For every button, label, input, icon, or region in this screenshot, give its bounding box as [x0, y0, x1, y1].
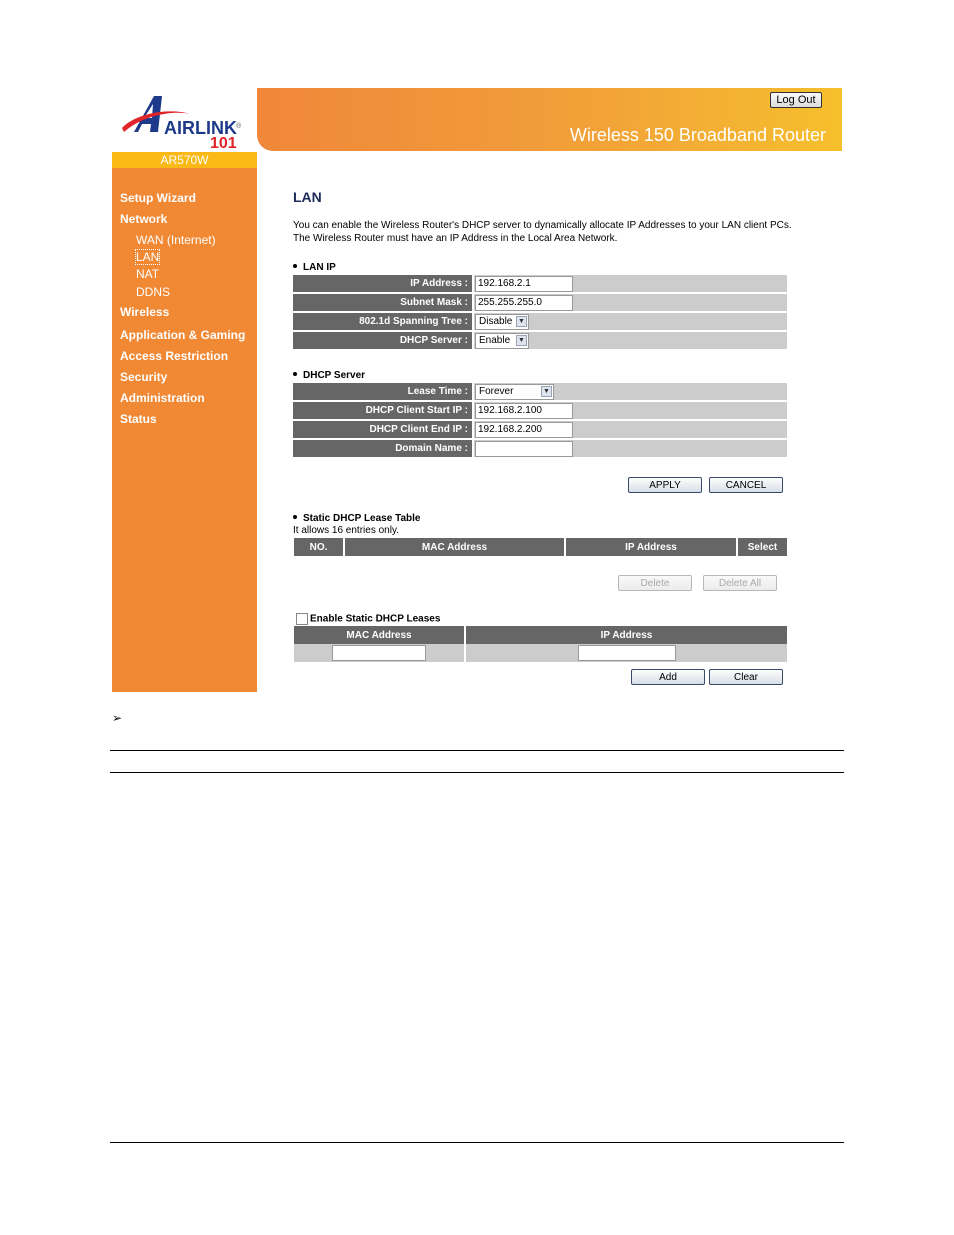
lease-time-label: Lease Time : — [293, 383, 474, 400]
bullet-icon — [293, 372, 297, 377]
sidebar-item-security[interactable]: Security — [120, 370, 167, 384]
sidebar-item-status[interactable]: Status — [120, 412, 157, 426]
static-add-table: MAC Address IP Address — [294, 626, 787, 662]
static-mac-input[interactable] — [332, 645, 426, 661]
end-ip-input[interactable] — [475, 421, 573, 438]
lease-time-select[interactable]: Forever ▼ — [475, 383, 554, 400]
spanning-tree-row: 802.1d Spanning Tree : Disable ▼ — [293, 313, 787, 330]
description-line-2: The Wireless Router must have an IP Addr… — [293, 233, 618, 244]
static-ip-input[interactable] — [577, 645, 676, 661]
dhcp-server-row: DHCP Server : Enable ▼ — [293, 332, 787, 349]
add-button[interactable]: Add — [631, 669, 705, 685]
svg-text:®: ® — [236, 122, 242, 130]
sidebar-item-network[interactable]: Network — [120, 212, 167, 226]
header-banner: Log Out Wireless 150 Broadband Router — [257, 88, 842, 151]
dhcp-server-table: Lease Time : Forever ▼ DHCP Client Start … — [293, 381, 787, 459]
lan-ip-heading: LAN IP — [293, 262, 336, 273]
sidebar-item-ddns[interactable]: DDNS — [136, 285, 170, 299]
lease-time-row: Lease Time : Forever ▼ — [293, 383, 787, 400]
cancel-button[interactable]: CANCEL — [709, 477, 783, 493]
start-ip-input[interactable] — [475, 402, 573, 419]
dhcp-server-heading: DHCP Server — [293, 370, 365, 381]
static-add-header: MAC Address IP Address — [294, 626, 787, 644]
dhcp-server-label: DHCP Server : — [293, 332, 474, 349]
end-ip-row: DHCP Client End IP : — [293, 421, 787, 438]
static-add-row — [294, 644, 787, 662]
delete-all-button[interactable]: Delete All — [703, 575, 777, 591]
sidebar-item-access-restriction[interactable]: Access Restriction — [120, 349, 228, 363]
svg-text:101: 101 — [210, 135, 237, 152]
domain-name-label: Domain Name : — [293, 440, 474, 457]
divider-line — [110, 750, 844, 751]
sidebar-nav: Setup Wizard Network WAN (Internet) LAN … — [112, 168, 257, 692]
bullet-icon — [293, 264, 297, 269]
domain-name-row: Domain Name : — [293, 440, 787, 457]
sidebar-item-setup-wizard[interactable]: Setup Wizard — [120, 191, 196, 205]
ip-address-label: IP Address : — [293, 275, 474, 292]
subnet-mask-row: Subnet Mask : — [293, 294, 787, 311]
sidebar-item-nat[interactable]: NAT — [136, 267, 159, 281]
column-ip-address: IP Address — [565, 538, 738, 556]
static-table-note: It allows 16 entries only. — [293, 525, 399, 536]
column-mac-address: MAC Address — [294, 626, 466, 644]
sidebar-item-administration[interactable]: Administration — [120, 391, 205, 405]
column-no: NO. — [294, 538, 345, 556]
ip-address-input[interactable] — [475, 275, 573, 292]
logout-button[interactable]: Log Out — [770, 92, 822, 108]
sidebar-item-wireless[interactable]: Wireless — [120, 305, 169, 319]
dhcp-server-select[interactable]: Enable ▼ — [475, 332, 529, 349]
divider-line — [110, 772, 844, 773]
chevron-down-icon: ▼ — [516, 334, 527, 346]
start-ip-label: DHCP Client Start IP : — [293, 402, 474, 419]
chevron-down-icon: ▼ — [516, 315, 527, 327]
model-label: AR570W — [112, 152, 257, 168]
airlink-logo-mark: AIRLINK ® 101 — [122, 96, 242, 152]
product-title: Wireless 150 Broadband Router — [569, 125, 826, 145]
column-ip-address: IP Address — [465, 626, 787, 644]
apply-button[interactable]: APPLY — [628, 477, 702, 493]
static-table-heading: Static DHCP Lease Table — [293, 513, 420, 524]
subnet-mask-input[interactable] — [475, 294, 573, 311]
spanning-tree-label: 802.1d Spanning Tree : — [293, 313, 474, 330]
lan-ip-table: IP Address : Subnet Mask : 802.1d Spanni… — [293, 273, 787, 351]
domain-name-input[interactable] — [475, 440, 573, 457]
end-ip-label: DHCP Client End IP : — [293, 421, 474, 438]
page-title: LAN — [293, 189, 322, 205]
start-ip-row: DHCP Client Start IP : — [293, 402, 787, 419]
static-lease-table: NO. MAC Address IP Address Select — [294, 538, 787, 556]
airlink-logo: AIRLINK ® 101 — [112, 88, 257, 152]
static-lease-header: NO. MAC Address IP Address Select — [294, 538, 787, 556]
spanning-tree-select[interactable]: Disable ▼ — [475, 313, 529, 330]
footer-divider-line — [110, 1142, 844, 1143]
ip-address-row: IP Address : — [293, 275, 787, 292]
description-line-1: You can enable the Wireless Router's DHC… — [293, 220, 792, 231]
bullet-icon — [293, 515, 297, 520]
chevron-down-icon: ▼ — [541, 385, 552, 397]
sidebar-item-lan[interactable]: LAN — [134, 249, 161, 265]
column-select: Select — [737, 538, 787, 556]
clear-button[interactable]: Clear — [709, 669, 783, 685]
sidebar-item-wan[interactable]: WAN (Internet) — [136, 233, 216, 247]
enable-static-leases-checkbox[interactable] — [296, 613, 308, 625]
subnet-mask-label: Subnet Mask : — [293, 294, 474, 311]
delete-button[interactable]: Delete — [618, 575, 692, 591]
arrow-bullet-icon: ➢ — [112, 711, 123, 725]
column-mac-address: MAC Address — [344, 538, 566, 556]
enable-static-leases[interactable]: Enable Static DHCP Leases — [296, 613, 440, 625]
sidebar-item-application-gaming[interactable]: Application & Gaming — [120, 328, 245, 342]
